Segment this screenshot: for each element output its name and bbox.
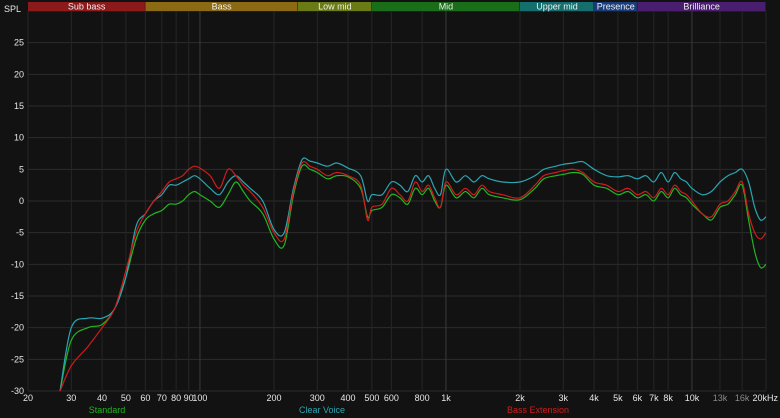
- x-tick-label: 3k: [559, 393, 569, 403]
- x-tick-label: 16k: [735, 393, 750, 403]
- y-tick-label: 20: [14, 69, 24, 79]
- y-tick-label: -20: [11, 323, 24, 333]
- x-tick-label: 4k: [589, 393, 599, 403]
- x-tick-label: 20: [23, 393, 33, 403]
- y-tick-label: 0: [19, 196, 24, 206]
- y-tick-label: -25: [11, 354, 24, 364]
- x-tick-label: 30: [66, 393, 76, 403]
- x-tick-label: 70: [157, 393, 167, 403]
- band-label: Bass: [212, 2, 233, 12]
- x-tick-label: 400: [341, 393, 356, 403]
- y-tick-label: 25: [14, 38, 24, 48]
- band-label: Low mid: [318, 2, 352, 12]
- x-tick-label: 60: [140, 393, 150, 403]
- y-tick-label: -5: [16, 228, 24, 238]
- x-tick-label: 800: [415, 393, 430, 403]
- y-tick-label: -10: [11, 259, 24, 269]
- x-tick-label: 10k: [685, 393, 700, 403]
- x-tick-label: 600: [384, 393, 399, 403]
- x-tick-label: 100: [192, 393, 207, 403]
- x-tick-label: 1k: [441, 393, 451, 403]
- y-tick-label: -15: [11, 291, 24, 301]
- band-label: Presence: [597, 2, 635, 12]
- x-tick-label: 300: [310, 393, 325, 403]
- x-tick-label: 6k: [633, 393, 643, 403]
- legend-item-bass-extension[interactable]: Bass Extension: [507, 405, 569, 415]
- x-tick-label: 500: [364, 393, 379, 403]
- band-label: Brilliance: [683, 2, 720, 12]
- x-tick-label: 80: [171, 393, 181, 403]
- y-axis-label: SPL: [4, 4, 21, 14]
- frequency-response-chart: Sub bass Bass Low mid Mid Upper mid Presence B…: [0, 0, 780, 418]
- x-tick-label: 13k: [713, 393, 728, 403]
- frequency-bands: Sub bass Bass Low mid Mid Upper mid Presence B…: [28, 2, 766, 12]
- x-tick-label: 2k: [515, 393, 525, 403]
- y-tick-label: 5: [19, 164, 24, 174]
- y-tick-label: 10: [14, 133, 24, 143]
- legend-item-standard[interactable]: Standard: [89, 405, 126, 415]
- band-label: Upper mid: [536, 2, 578, 12]
- x-tick-label: 200: [266, 393, 281, 403]
- x-tick-label: 20kHz: [752, 393, 778, 403]
- chart-background: [0, 0, 780, 418]
- x-tick-label: 7k: [649, 393, 659, 403]
- band-label: Sub bass: [68, 2, 106, 12]
- x-tick-label: 40: [97, 393, 107, 403]
- band-label: Mid: [439, 2, 454, 12]
- x-tick-label: 5k: [613, 393, 623, 403]
- x-tick-label: 8k: [663, 393, 673, 403]
- y-tick-label: 15: [14, 101, 24, 111]
- x-tick-label: 50: [121, 393, 131, 403]
- legend-item-clear-voice[interactable]: Clear Voice: [299, 405, 345, 415]
